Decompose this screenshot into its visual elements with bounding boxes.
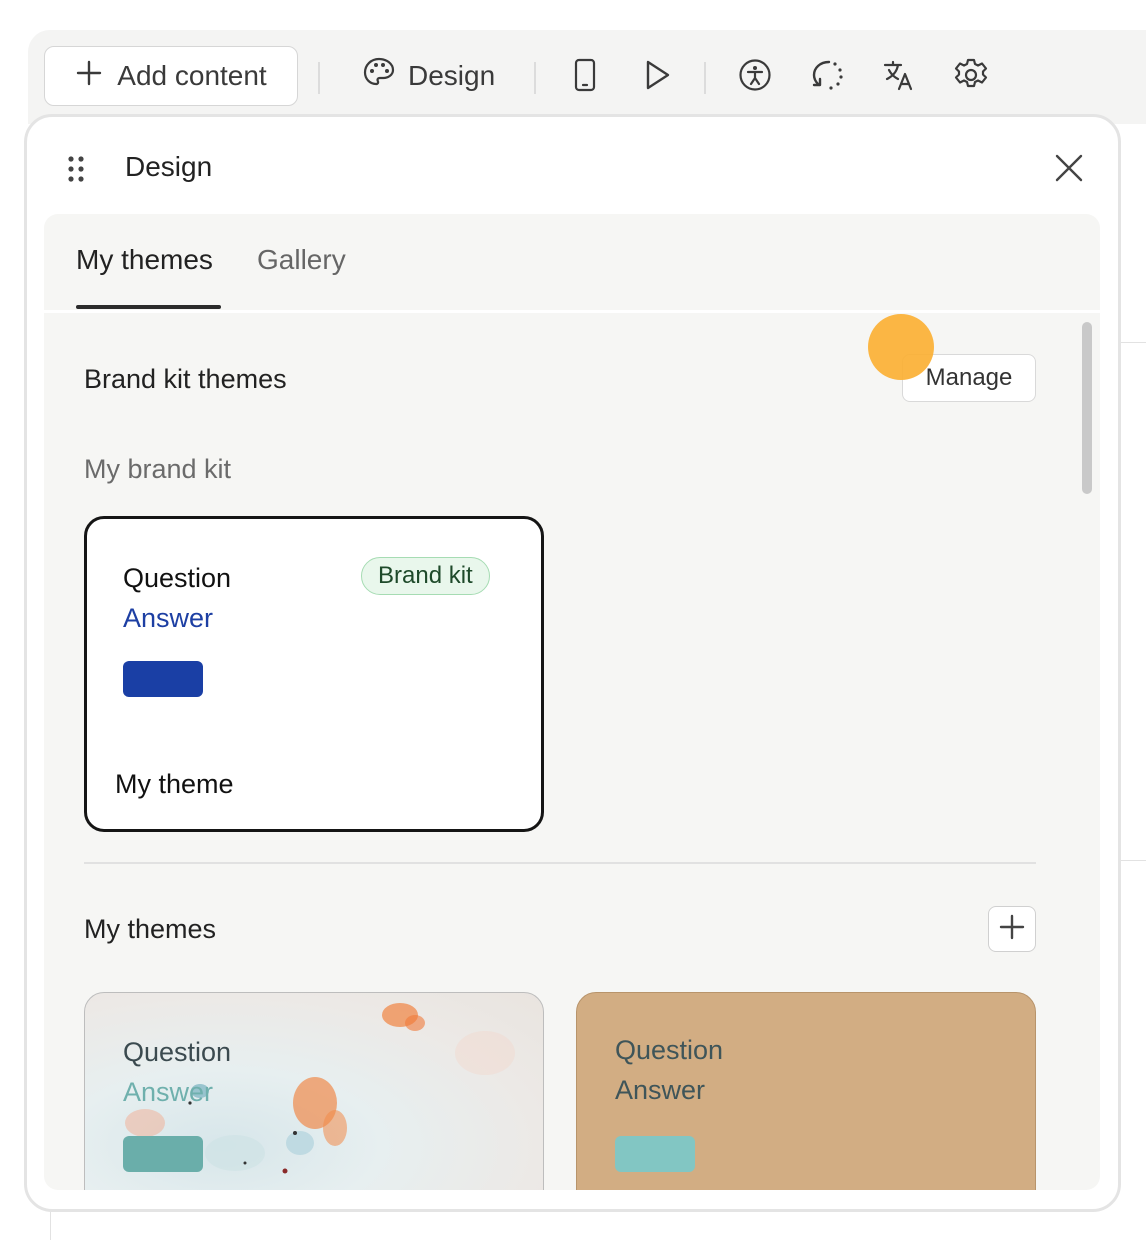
logic-button[interactable]: [806, 56, 848, 98]
design-button[interactable]: Design: [358, 46, 499, 106]
theme-card-watercolor[interactable]: Question Answer: [84, 992, 544, 1190]
section-divider: [84, 862, 1036, 864]
add-theme-button[interactable]: [988, 906, 1036, 952]
my-brand-kit-subheading: My brand kit: [84, 454, 232, 484]
plus-icon: [999, 914, 1025, 945]
palette-icon: [362, 56, 396, 97]
mobile-preview-icon: [572, 58, 598, 97]
brand-kit-themes-heading: Brand kit themes: [84, 364, 287, 394]
scrollbar-thumb[interactable]: [1082, 322, 1092, 494]
theme-name: My theme: [115, 769, 234, 799]
panel-title: Design: [125, 151, 213, 182]
toolbar-divider: [534, 62, 536, 94]
panel-content: My themes Gallery Brand kit themes Manag…: [44, 214, 1100, 1190]
brand-theme-card[interactable]: Question Answer Brand kit My theme: [84, 516, 544, 832]
add-content-label: Add content: [117, 60, 267, 91]
close-icon[interactable]: [1052, 151, 1086, 185]
theme-button-swatch: [615, 1136, 695, 1172]
panel-header: Design: [27, 117, 1118, 217]
active-tab-indicator: [76, 305, 221, 309]
drag-handle-icon[interactable]: [67, 155, 85, 188]
theme-tabs: My themes Gallery: [44, 214, 1100, 313]
accessibility-icon: [738, 58, 772, 97]
theme-answer-text: Answer: [615, 1075, 706, 1105]
preview-play-button[interactable]: [636, 56, 678, 98]
plus-icon: [75, 59, 103, 94]
editor-toolbar: Add content Design: [28, 30, 1146, 124]
add-content-button[interactable]: Add content: [44, 46, 298, 106]
tab-gallery[interactable]: Gallery: [257, 244, 346, 276]
theme-button-swatch: [123, 1136, 203, 1172]
mobile-preview-button[interactable]: [564, 56, 606, 98]
toolbar-divider: [318, 62, 320, 94]
brand-kit-badge: Brand kit: [361, 557, 490, 595]
toolbar-divider: [704, 62, 706, 94]
theme-answer-text: Answer: [123, 603, 214, 633]
theme-card-tan[interactable]: Question Answer: [576, 992, 1036, 1190]
theme-question-text: Question: [615, 1035, 724, 1065]
translate-button[interactable]: [878, 56, 920, 98]
translate-icon: [882, 58, 916, 97]
settings-icon: [953, 57, 989, 98]
settings-button[interactable]: [950, 56, 992, 98]
logic-icon: [809, 57, 845, 98]
design-label: Design: [408, 60, 496, 91]
theme-question-text: Question: [123, 1037, 232, 1067]
design-panel: Design My themes Gallery Brand kit theme…: [24, 114, 1121, 1212]
theme-answer-text: Answer: [123, 1077, 214, 1107]
theme-button-swatch: [123, 661, 203, 697]
accessibility-button[interactable]: [734, 56, 776, 98]
tab-my-themes[interactable]: My themes: [76, 244, 213, 276]
click-indicator: [868, 314, 934, 380]
play-icon: [642, 59, 672, 96]
my-themes-heading: My themes: [84, 914, 217, 944]
theme-question-text: Question: [123, 563, 232, 593]
